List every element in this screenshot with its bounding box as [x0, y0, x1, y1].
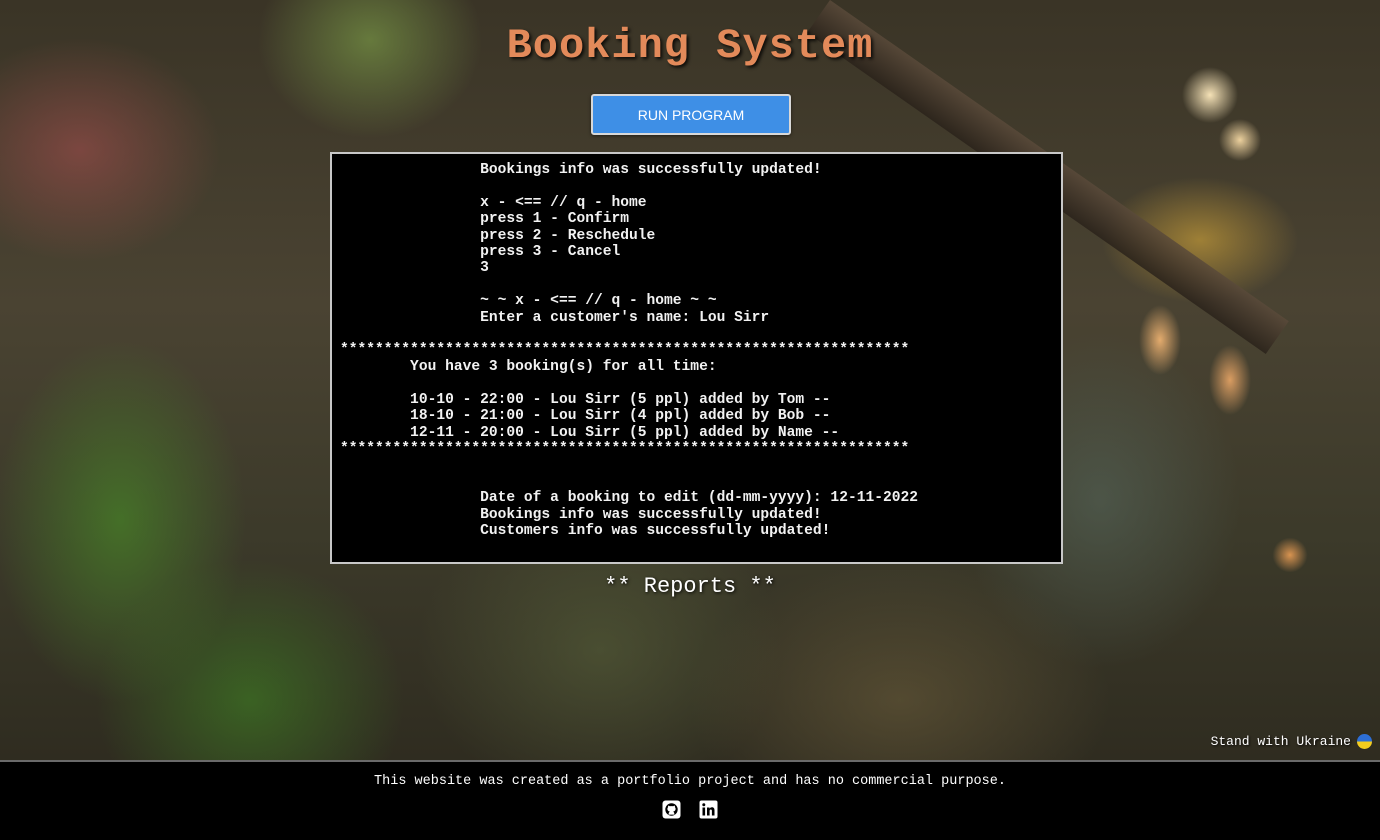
reports-heading: ** Reports ** — [604, 574, 776, 599]
ukraine-flag-icon — [1357, 734, 1372, 749]
stand-with-ukraine: Stand with Ukraine — [1211, 734, 1372, 749]
footer: This website was created as a portfolio … — [0, 760, 1380, 840]
stand-with-ukraine-label: Stand with Ukraine — [1210, 734, 1351, 749]
terminal[interactable]: Bookings info was successfully updated! … — [330, 152, 1063, 564]
linkedin-icon[interactable] — [699, 800, 718, 819]
page-title: Booking System — [506, 22, 874, 70]
footer-text: This website was created as a portfolio … — [374, 774, 1006, 789]
run-program-button[interactable]: RUN PROGRAM — [591, 94, 791, 135]
github-icon[interactable] — [662, 800, 681, 819]
terminal-output: Bookings info was successfully updated! … — [340, 162, 919, 539]
social-links — [0, 800, 1380, 819]
